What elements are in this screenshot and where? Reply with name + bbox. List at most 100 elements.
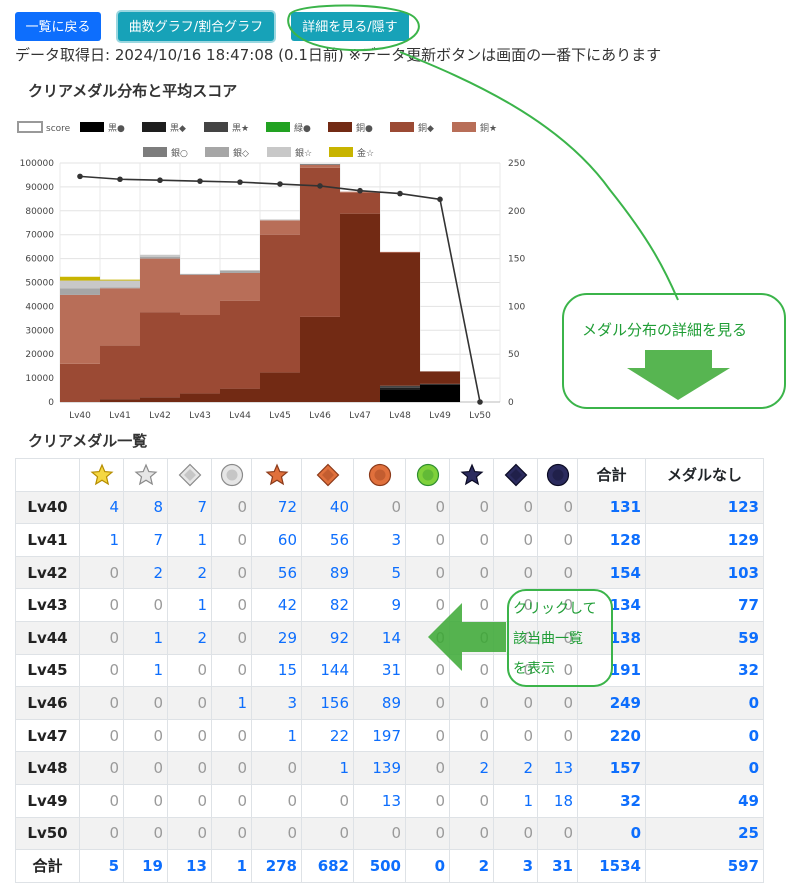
medal-count-cell[interactable]: 7: [123, 523, 168, 557]
row-no-medal-cell[interactable]: 59: [645, 620, 764, 655]
medal-count-cell[interactable]: 2: [493, 751, 538, 785]
medal-count-cell[interactable]: 14: [353, 620, 406, 655]
medal-count-cell[interactable]: 2: [167, 620, 212, 655]
medal-count-cell[interactable]: 82: [301, 588, 354, 622]
x-tick-label: Lv46: [309, 411, 331, 421]
medal-count-cell[interactable]: 3: [353, 523, 406, 557]
row-no-medal-cell[interactable]: 103: [645, 555, 764, 590]
medal-count-cell[interactable]: 3: [251, 686, 302, 720]
row-total-cell[interactable]: 0: [577, 816, 646, 851]
medal-count-cell[interactable]: 2: [449, 751, 494, 785]
footer-count-cell[interactable]: 0: [405, 849, 450, 883]
footer-count-cell[interactable]: 3: [493, 849, 538, 883]
medal-count-cell[interactable]: 1: [167, 588, 212, 622]
medal-count-cell[interactable]: 72: [251, 490, 302, 525]
medal-count-cell[interactable]: 31: [353, 653, 406, 688]
medal-count-cell[interactable]: 56: [251, 555, 302, 590]
legend-label: 黒★: [232, 123, 249, 134]
legend-label: 銀○: [171, 147, 188, 159]
medal-count-cell[interactable]: 1: [123, 620, 168, 655]
graph-toggle-button[interactable]: 曲数グラフ/割合グラフ: [118, 12, 274, 41]
medal-count-cell[interactable]: 13: [537, 751, 578, 785]
medal-count-cell[interactable]: 60: [251, 523, 302, 557]
row-no-medal-cell[interactable]: 0: [645, 718, 764, 753]
medal-count-cell[interactable]: 4: [79, 490, 124, 525]
row-total-cell[interactable]: 154: [577, 555, 646, 590]
medal-count-cell: 0: [211, 816, 252, 851]
row-no-medal-cell[interactable]: 129: [645, 523, 764, 557]
table-row: Lv50 0 0 0 0 0 0 0 0 0 0 0 0 25: [15, 816, 764, 851]
footer-total-cell[interactable]: 1534: [577, 849, 646, 883]
legend-label: 銅★: [480, 122, 497, 134]
medal-count-cell[interactable]: 2: [123, 555, 168, 590]
detail-toggle-button[interactable]: 詳細を見る/隠す: [291, 12, 409, 41]
row-level-label: Lv40: [15, 490, 80, 525]
medal-count-cell[interactable]: 1: [123, 653, 168, 688]
row-no-medal-cell[interactable]: 0: [645, 751, 764, 785]
row-total-cell[interactable]: 157: [577, 751, 646, 785]
medal-count-cell[interactable]: 9: [353, 588, 406, 622]
medal-count-cell: 0: [537, 718, 578, 753]
medal-count-cell[interactable]: 29: [251, 620, 302, 655]
row-no-medal-cell[interactable]: 49: [645, 783, 764, 818]
medal-count-cell[interactable]: 156: [301, 686, 354, 720]
medal-count-cell[interactable]: 89: [353, 686, 406, 720]
stacked-bar-segment: [380, 385, 420, 388]
footer-count-cell[interactable]: 13: [167, 849, 212, 883]
row-no-medal-cell[interactable]: 0: [645, 686, 764, 720]
footer-no-medal-cell[interactable]: 597: [645, 849, 764, 883]
row-total-cell[interactable]: 131: [577, 490, 646, 525]
row-total-cell[interactable]: 191: [577, 653, 646, 688]
medal-count-cell[interactable]: 5: [353, 555, 406, 590]
footer-count-cell[interactable]: 31: [537, 849, 578, 883]
medal-count-cell[interactable]: 13: [353, 783, 406, 818]
stacked-bar-segment: [180, 393, 220, 402]
medal-count-cell[interactable]: 18: [537, 783, 578, 818]
medal-count-cell[interactable]: 56: [301, 523, 354, 557]
x-tick-label: Lv50: [469, 411, 491, 421]
row-level-label: Lv43: [15, 588, 80, 622]
medal-count-cell: 0: [301, 783, 354, 818]
footer-count-cell[interactable]: 278: [251, 849, 302, 883]
footer-count-cell[interactable]: 1: [211, 849, 252, 883]
medal-count-cell[interactable]: 139: [353, 751, 406, 785]
medal-count-cell[interactable]: 197: [353, 718, 406, 753]
medal-count-cell[interactable]: 8: [123, 490, 168, 525]
medal-count-cell[interactable]: 89: [301, 555, 354, 590]
footer-count-cell[interactable]: 19: [123, 849, 168, 883]
medal-count-cell[interactable]: 42: [251, 588, 302, 622]
row-no-medal-cell[interactable]: 25: [645, 816, 764, 851]
footer-count-cell[interactable]: 682: [301, 849, 354, 883]
medal-count-cell[interactable]: 1: [301, 751, 354, 785]
legend-label: 銅●: [356, 122, 373, 134]
row-no-medal-cell[interactable]: 77: [645, 588, 764, 622]
row-total-cell[interactable]: 249: [577, 686, 646, 720]
medal-count-cell[interactable]: 144: [301, 653, 354, 688]
medal-count-cell[interactable]: 1: [251, 718, 302, 753]
row-total-cell[interactable]: 32: [577, 783, 646, 818]
medal-count-cell[interactable]: 22: [301, 718, 354, 753]
medal-count-cell[interactable]: 7: [167, 490, 212, 525]
row-total-cell[interactable]: 128: [577, 523, 646, 557]
footer-count-cell[interactable]: 5: [79, 849, 124, 883]
medal-count-cell[interactable]: 1: [211, 686, 252, 720]
medal-count-cell[interactable]: 1: [79, 523, 124, 557]
stacked-bar-segment: [60, 294, 100, 364]
medal-count-cell[interactable]: 92: [301, 620, 354, 655]
medal-count-cell[interactable]: 40: [301, 490, 354, 525]
row-no-medal-cell[interactable]: 123: [645, 490, 764, 525]
footer-count-cell[interactable]: 2: [449, 849, 494, 883]
row-total-cell[interactable]: 220: [577, 718, 646, 753]
medal-count-cell[interactable]: 1: [167, 523, 212, 557]
stacked-bar-segment: [180, 274, 220, 316]
footer-count-cell[interactable]: 500: [353, 849, 406, 883]
medal-count-cell: 0: [449, 588, 494, 622]
row-no-medal-cell[interactable]: 32: [645, 653, 764, 688]
back-to-list-button[interactable]: 一覧に戻る: [15, 12, 101, 41]
row-total-cell[interactable]: 138: [577, 620, 646, 655]
medal-count-cell[interactable]: 15: [251, 653, 302, 688]
medal-count-cell: 0: [405, 816, 450, 851]
medal-count-cell[interactable]: 1: [493, 783, 538, 818]
row-level-label: Lv45: [15, 653, 80, 688]
medal-count-cell[interactable]: 2: [167, 555, 212, 590]
